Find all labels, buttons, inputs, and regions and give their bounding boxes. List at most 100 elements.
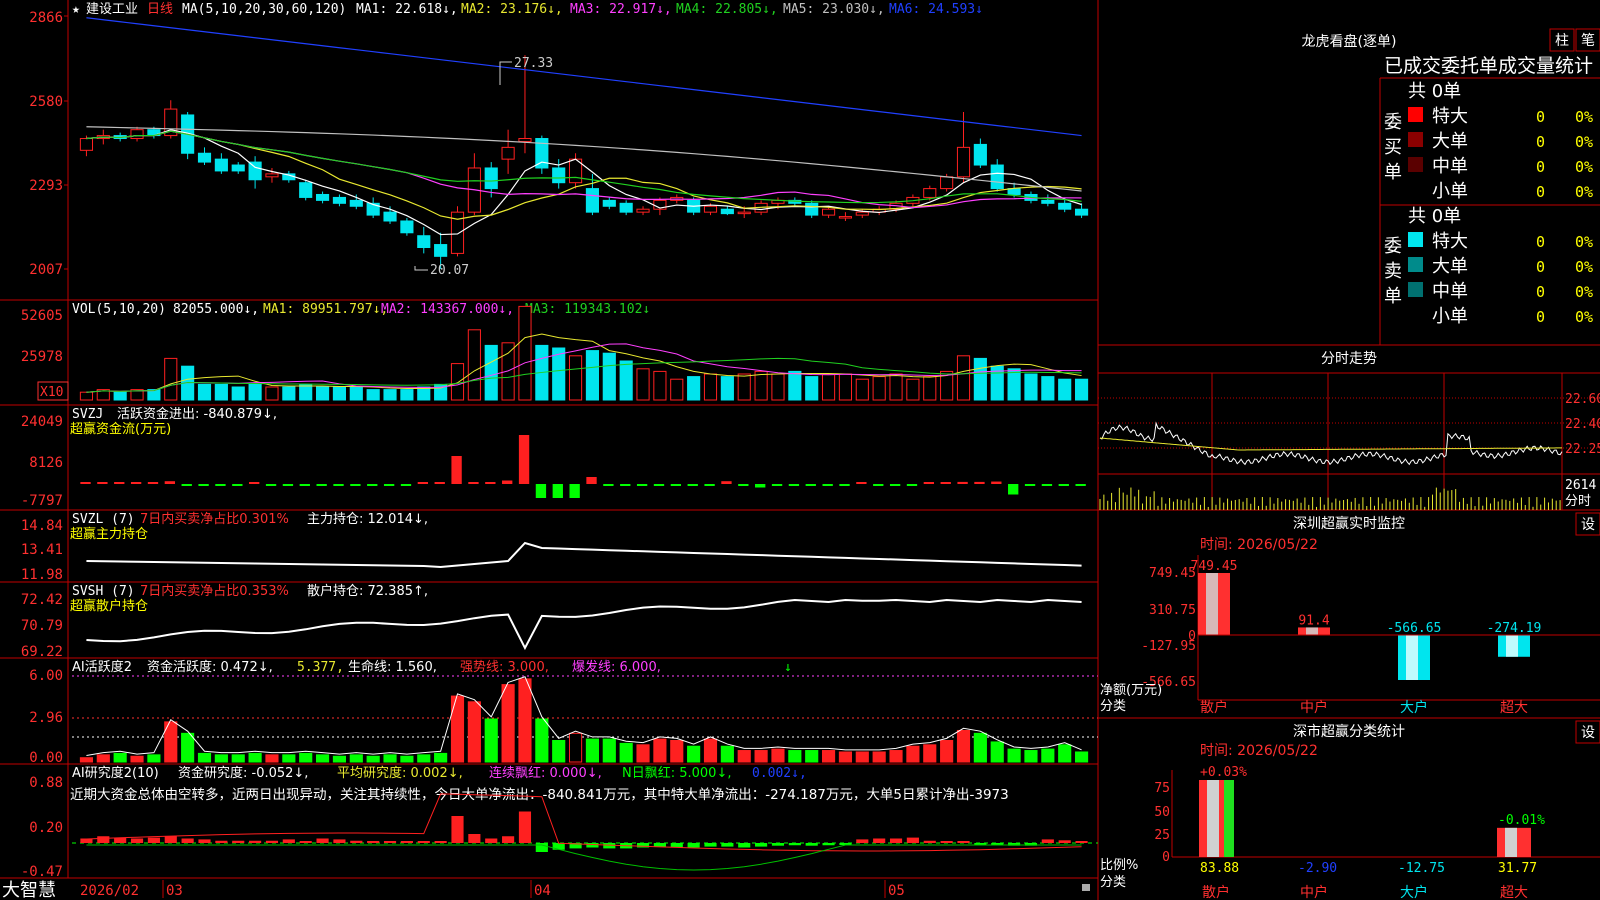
svsh-ytick: 72.42 — [21, 592, 63, 608]
period-label[interactable]: 日线 — [147, 2, 173, 17]
svzj-bar — [148, 482, 158, 484]
classify-ytick: 25 — [1154, 828, 1170, 843]
svzj-ytick: -7797 — [21, 493, 63, 509]
ai-active-bar — [333, 756, 345, 762]
svzj-bar — [182, 484, 192, 486]
ai-research-bar — [553, 843, 565, 850]
ai-research-bar — [502, 836, 514, 843]
svzj-bar — [1059, 484, 1069, 486]
candle-body — [502, 147, 514, 159]
ai-research-ytick: -0.47 — [21, 864, 63, 880]
monitor-ylabel: 净额(万元) — [1100, 683, 1162, 698]
ai-research-bar — [283, 839, 295, 843]
volume-bar — [333, 387, 345, 400]
volume-bar — [822, 374, 834, 400]
svzj-yaxis: 24049 8126 -7797 — [21, 414, 63, 509]
svzj-bar — [333, 484, 343, 486]
ai-active-bar — [148, 755, 160, 762]
high-price-label: 27.33 — [514, 56, 553, 71]
volume-bar — [924, 377, 936, 400]
volume-bar — [721, 377, 733, 400]
buy-row-pct: 0% — [1575, 108, 1593, 126]
ai-research-bar — [924, 841, 936, 843]
svzj-bar — [671, 484, 681, 486]
svzj-bar — [435, 482, 445, 484]
fenshi-vol-label: 2614 — [1565, 478, 1596, 493]
svsh-ratio: 7日内买卖净占比0.353% — [140, 583, 289, 599]
svzj-bar — [451, 456, 461, 484]
ai-research-bar — [350, 841, 362, 843]
classify-ytick: 50 — [1154, 805, 1170, 820]
kline-yaxis: 2866 2580 2293 2007 — [29, 10, 63, 278]
ai-research-bar — [536, 843, 548, 852]
monitor-time: 时间: 2026/05/22 — [1200, 537, 1318, 553]
ai-research-bar — [890, 839, 902, 844]
svzj-bar — [283, 484, 293, 486]
kline-header: ★ 建设工业 日线 MA(5,10,20,30,60,120) MA1: 22.… — [72, 2, 983, 17]
buy-row-count: 0 — [1536, 108, 1545, 126]
ai-research-c: 连续飘红: 0.000↓, — [489, 765, 602, 781]
svzj-bar — [350, 484, 360, 486]
svzj-bar — [569, 484, 579, 498]
monitor-category: 散户 — [1200, 699, 1228, 716]
ai-active-bar — [941, 741, 953, 763]
ai-active-bar — [789, 751, 801, 762]
svzj-bar — [755, 484, 765, 488]
candle-body — [738, 212, 750, 213]
ai-active-bar — [215, 755, 227, 762]
lock-icon[interactable] — [1082, 884, 1090, 891]
sell-row-count: 0 — [1536, 283, 1545, 301]
monitor-bar-highlight — [1406, 635, 1418, 680]
svzj-bar — [822, 484, 832, 486]
svzj-sub: 超赢资金流(万元) — [70, 421, 171, 437]
stock-chart-canvas[interactable]: ★ 建设工业 日线 MA(5,10,20,30,60,120) MA1: 22.… — [0, 0, 1600, 900]
svzj-bar — [1075, 484, 1085, 486]
volume-bar — [688, 377, 700, 400]
svzj-bar — [485, 482, 495, 484]
ai-active-bar — [283, 755, 295, 762]
ai-active-bar — [806, 751, 818, 762]
svzl-header: SVZL (7) 7日内买卖净占比0.301% 主力持仓: 12.014↓, 超… — [70, 511, 428, 542]
ai-active-bar — [367, 756, 379, 762]
svzj-bar — [654, 484, 664, 486]
ai-active-ytick: 2.96 — [29, 710, 63, 726]
classify-value-label: 31.77 — [1498, 861, 1537, 876]
volume-bar — [165, 358, 177, 400]
svzj-bar — [974, 482, 984, 484]
ai-research-bar — [721, 843, 733, 847]
ai-active-bar — [620, 743, 632, 762]
sell-row-count: 0 — [1536, 233, 1545, 251]
buy-row-count: 0 — [1536, 133, 1545, 151]
classify-ytick: 75 — [1154, 781, 1170, 796]
candle-body — [198, 153, 210, 162]
ai-research-ytick: 0.88 — [29, 775, 63, 791]
ai-research-bar — [384, 841, 396, 843]
candle-body — [603, 200, 615, 206]
ai-active-bar — [569, 733, 581, 762]
svzj-bar — [721, 481, 731, 484]
favorite-star-icon[interactable]: ★ — [72, 2, 80, 17]
candle-body — [401, 221, 413, 233]
candle-body — [1059, 203, 1071, 209]
ai-active-bar — [97, 755, 109, 762]
svzj-title: SVZJ — [72, 407, 103, 422]
candle-body — [806, 203, 818, 215]
monitor-category: 中户 — [1300, 699, 1328, 716]
volume-bar — [232, 387, 244, 400]
ma-line — [86, 18, 1081, 136]
svzj-bar — [114, 482, 124, 484]
ma4-value: MA4: 22.805↓, — [676, 2, 778, 17]
buy-row-name: 中单 — [1432, 156, 1468, 177]
monitor-xlabel: 分类 — [1100, 699, 1126, 714]
svsh-line — [86, 600, 1081, 648]
volume-bars — [80, 306, 1087, 400]
svzj-label: 活跃资金进出: -840.879↓, — [117, 406, 277, 422]
svzj-ytick: 24049 — [21, 414, 63, 430]
sell-label-char: 委 — [1384, 236, 1402, 257]
monitor-bar-highlight — [1506, 635, 1518, 657]
ai-active-bar — [873, 752, 885, 762]
volume-bar — [890, 374, 902, 400]
candle-body — [418, 236, 430, 248]
ma3-value: MA3: 22.917↓, — [570, 2, 672, 17]
monitor-panel: 深圳超赢实时监控 设 时间: 2026/05/22 749.45 310.75 … — [1100, 513, 1600, 716]
